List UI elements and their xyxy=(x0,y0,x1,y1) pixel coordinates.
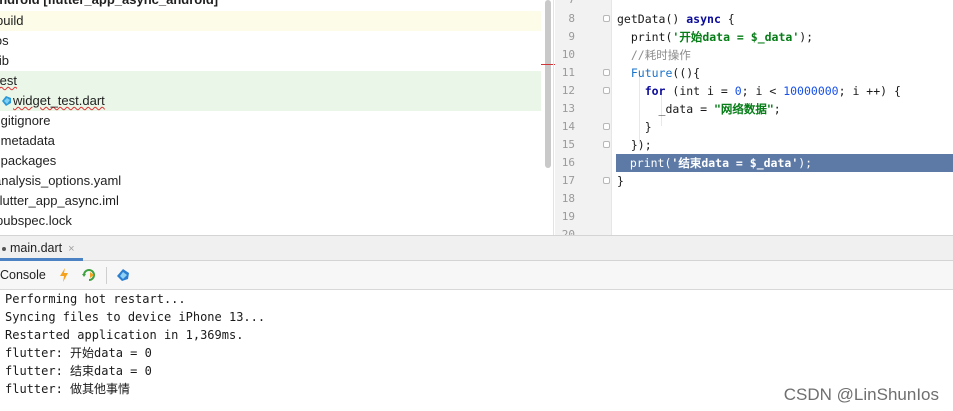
line-number: 10 xyxy=(561,48,575,61)
close-icon[interactable]: × xyxy=(68,237,74,262)
tree-item-metadata[interactable]: .metadata xyxy=(0,131,541,151)
line-number: 17 xyxy=(561,174,575,187)
run-indicator-icon xyxy=(2,246,6,251)
line-number: 8 xyxy=(568,12,575,25)
tree-item-widget-test[interactable]: widget_test.dart xyxy=(0,91,541,111)
flutter-devtools-icon[interactable] xyxy=(115,267,131,283)
tree-item-analysis-options[interactable]: analysis_options.yaml xyxy=(0,171,541,191)
pane-divider[interactable] xyxy=(553,0,554,235)
console-line: Syncing files to device iPhone 13... xyxy=(5,310,266,324)
code-line-8: getData() async { xyxy=(617,12,735,26)
code-line-17: } xyxy=(617,174,624,188)
tree-scrollbar[interactable] xyxy=(545,0,551,168)
fold-marker-icon[interactable] xyxy=(603,87,610,94)
line-number: 13 xyxy=(561,102,575,115)
tree-item-gitignore[interactable]: .gitignore xyxy=(0,111,541,131)
console-toolbar: Console xyxy=(0,261,953,290)
tree-item-lib[interactable]: lib xyxy=(0,51,541,71)
tree-root-label: android [flutter_app_async_android] xyxy=(0,0,218,10)
tree-root[interactable]: android [flutter_app_async_android] xyxy=(0,0,541,10)
console-line: Performing hot restart... xyxy=(5,292,186,306)
line-number: 14 xyxy=(561,120,575,133)
console-line: flutter: 结束data = 0 xyxy=(5,364,152,378)
hot-restart-icon[interactable] xyxy=(81,267,97,283)
tab-main-dart-label: main.dart xyxy=(10,241,63,255)
line-number: 19 xyxy=(561,210,575,223)
console-line: Restarted application in 1,369ms. xyxy=(5,328,244,342)
tab-main-dart[interactable]: main.dart × xyxy=(0,236,83,261)
tree-item-packages[interactable]: .packages xyxy=(0,151,541,171)
toolbar-separator xyxy=(106,267,107,284)
fold-marker-icon[interactable] xyxy=(603,123,610,130)
fold-marker-icon[interactable] xyxy=(603,69,610,76)
line-number: 9 xyxy=(568,30,575,43)
code-editor[interactable]: 7 8 9 10 11 12 13 14 15 16 17 18 19 20 g… xyxy=(555,0,953,235)
fold-marker-icon[interactable] xyxy=(603,177,610,184)
tree-item-ios[interactable]: ios xyxy=(0,31,541,51)
watermark: CSDN @LinShunIos xyxy=(783,385,939,404)
run-tab-bar: main.dart × xyxy=(0,235,953,261)
line-number: 20 xyxy=(561,228,575,235)
console-line: flutter: 做其他事情 xyxy=(5,382,131,396)
project-tree: android [flutter_app_async_android] buil… xyxy=(0,0,541,235)
line-number: 15 xyxy=(561,138,575,151)
tree-item-iml[interactable]: flutter_app_async.iml xyxy=(0,191,541,211)
code-line-11: Future((){ xyxy=(617,66,701,80)
line-number: 7 xyxy=(555,0,575,9)
code-line-14: } xyxy=(617,120,652,134)
dart-file-icon xyxy=(2,96,11,106)
code-line-15: }); xyxy=(617,138,652,152)
fold-marker-icon[interactable] xyxy=(603,141,610,148)
code-line-16-selected: print('结束data = $_data'); xyxy=(616,154,953,172)
tree-item-build[interactable]: build xyxy=(0,11,541,31)
tree-item-pubspec-lock[interactable]: pubspec.lock xyxy=(0,211,541,231)
console-tab[interactable]: Console xyxy=(0,261,46,290)
line-number: 12 xyxy=(561,84,575,97)
console-line: flutter: 开始data = 0 xyxy=(5,346,152,360)
fold-marker-icon[interactable] xyxy=(603,15,610,22)
code-line-9: print('开始data = $_data'); xyxy=(617,30,814,44)
code-line-12: for (int i = 0; i < 10000000; i ++) { xyxy=(617,84,901,98)
code-line-10: //耗时操作 xyxy=(617,48,691,62)
hot-reload-icon[interactable] xyxy=(56,267,72,283)
editor-gutter: 7 8 9 10 11 12 13 14 15 16 17 18 19 20 xyxy=(555,0,612,235)
line-number: 18 xyxy=(561,192,575,205)
line-number: 16 xyxy=(561,156,575,169)
tree-item-test[interactable]: test xyxy=(0,71,541,91)
line-number: 11 xyxy=(561,66,575,79)
code-line-13: _data = "网络数据"; xyxy=(617,102,781,116)
